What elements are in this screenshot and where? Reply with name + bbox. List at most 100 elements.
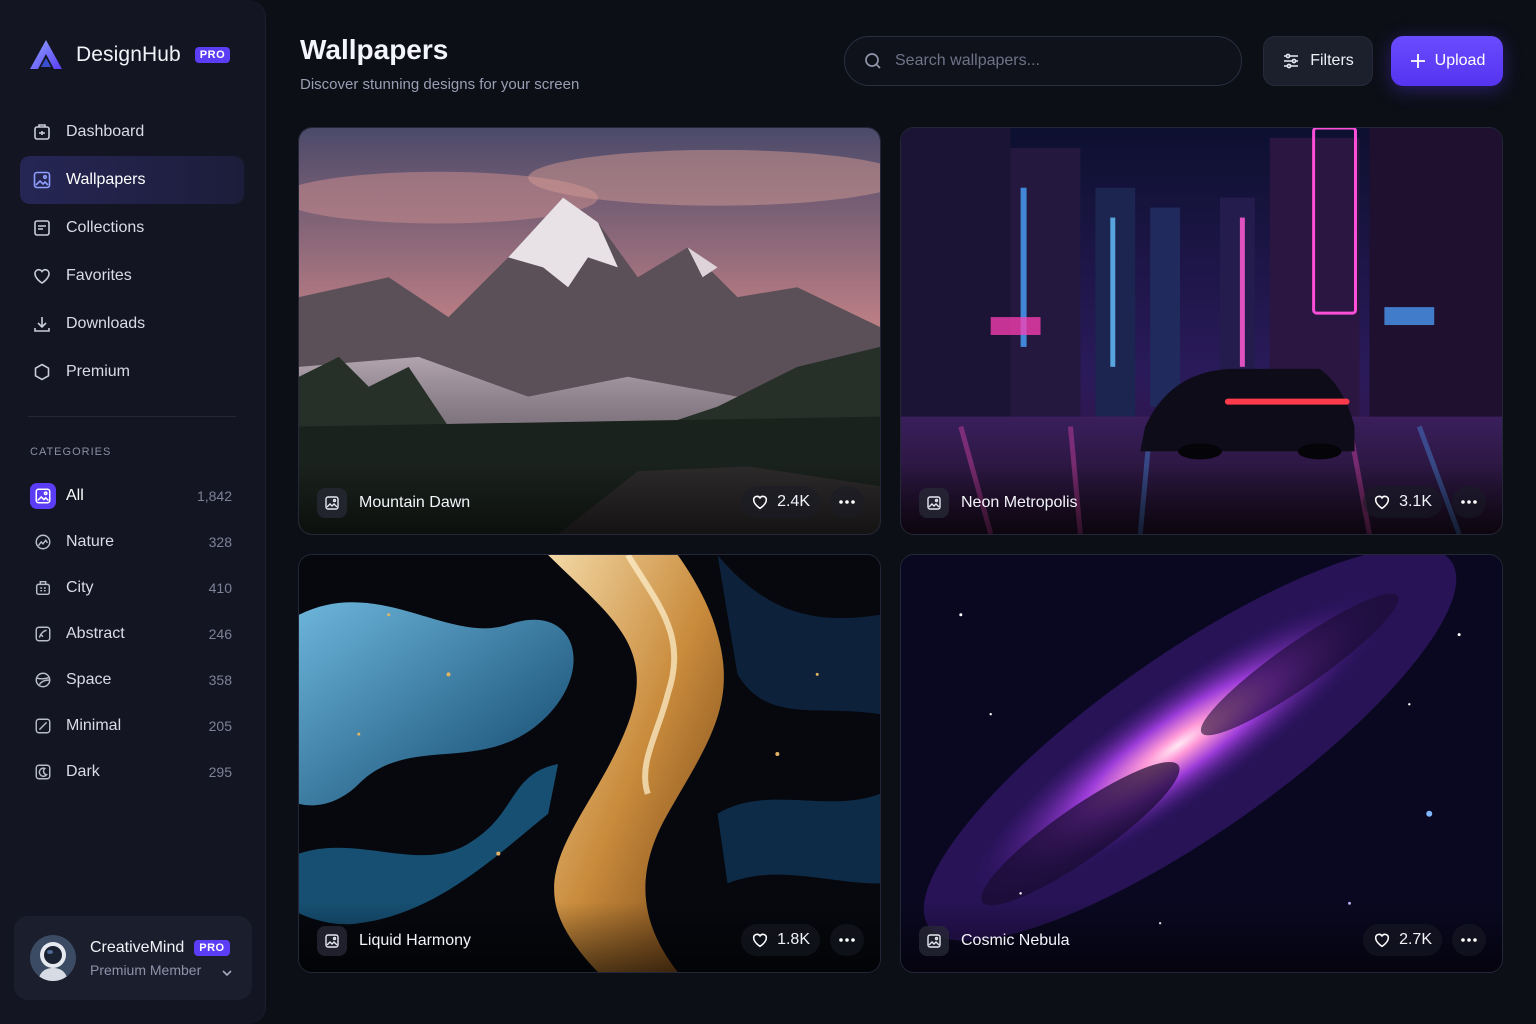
user-role: Premium Member <box>90 961 202 978</box>
category-item-abstract[interactable]: Abstract 246 <box>20 611 244 657</box>
nav-label: Wallpapers <box>66 171 146 188</box>
categories-heading: CATEGORIES <box>30 446 112 458</box>
space-icon <box>35 672 51 688</box>
filters-button[interactable]: Filters <box>1263 36 1373 86</box>
image-icon <box>325 496 339 510</box>
heart-icon <box>753 933 768 948</box>
upload-label: Upload <box>1434 52 1486 69</box>
more-options-button[interactable] <box>830 924 864 956</box>
more-dots-icon <box>1461 938 1477 942</box>
city-icon <box>35 580 51 596</box>
nav-item-wallpapers[interactable]: Wallpapers <box>20 156 244 204</box>
nav-label: Dashboard <box>66 123 145 140</box>
category-item-minimal[interactable]: Minimal 205 <box>20 703 244 749</box>
image-icon <box>35 488 51 504</box>
nav-item-dashboard[interactable]: Dashboard <box>20 108 244 156</box>
more-options-button[interactable] <box>1452 924 1486 956</box>
like-button[interactable]: 2.4K <box>741 486 820 518</box>
wallpaper-title: Liquid Harmony <box>359 932 472 949</box>
like-count: 1.8K <box>777 931 810 948</box>
download-icon <box>34 317 50 332</box>
category-count: 328 <box>208 534 232 550</box>
category-item-nature[interactable]: Nature 328 <box>20 519 244 565</box>
wallpaper-title: Neon Metropolis <box>961 494 1078 511</box>
user-pro-badge: PRO <box>194 939 230 956</box>
upload-button[interactable]: Upload <box>1391 36 1503 86</box>
nav-label: Favorites <box>66 267 132 284</box>
category-count: 205 <box>208 718 232 734</box>
page-title: Wallpapers <box>300 34 449 65</box>
like-count: 3.1K <box>1399 493 1432 510</box>
more-options-button[interactable] <box>830 486 864 518</box>
wallpaper-card-neon-metropolis[interactable]: Neon Metropolis 3.1K <box>900 127 1503 535</box>
category-item-dark[interactable]: Dark 295 <box>20 749 244 795</box>
nav-item-downloads[interactable]: Downloads <box>20 300 244 348</box>
wallpaper-card-cosmic-nebula[interactable]: Cosmic Nebula 2.7K <box>900 554 1503 973</box>
wallpaper-title: Cosmic Nebula <box>961 932 1070 949</box>
collection-icon <box>34 220 50 236</box>
nav-item-premium[interactable]: Premium <box>20 348 244 396</box>
wallpaper-card-mountain-dawn[interactable]: Mountain Dawn 2.4K <box>298 127 881 535</box>
dashboard-icon <box>34 124 50 140</box>
like-button[interactable]: 3.1K <box>1363 486 1442 518</box>
main-nav: Dashboard Wallpapers Collections Favorit… <box>20 108 244 396</box>
image-icon <box>927 496 941 510</box>
category-item-space[interactable]: Space 358 <box>20 657 244 703</box>
more-dots-icon <box>839 500 855 504</box>
heart-icon <box>34 268 50 284</box>
nav-label: Premium <box>66 363 131 380</box>
category-count: 410 <box>208 580 232 596</box>
like-button[interactable]: 2.7K <box>1363 924 1442 956</box>
logo-icon <box>30 40 62 69</box>
more-dots-icon <box>1461 500 1477 504</box>
category-label: All <box>66 487 84 504</box>
user-profile-card[interactable]: CreativeMind PRO Premium Member <box>14 916 252 1000</box>
image-icon <box>325 934 339 948</box>
nav-item-collections[interactable]: Collections <box>20 204 244 252</box>
heart-icon <box>1375 495 1390 510</box>
search-input[interactable] <box>895 52 1215 70</box>
page-subtitle: Discover stunning designs for your scree… <box>300 76 580 93</box>
avatar <box>30 935 76 981</box>
like-count: 2.4K <box>777 493 810 510</box>
more-options-button[interactable] <box>1452 486 1486 518</box>
brand[interactable]: DesignHub PRO <box>28 38 231 72</box>
like-button[interactable]: 1.8K <box>741 924 820 956</box>
filters-label: Filters <box>1310 52 1354 69</box>
more-dots-icon <box>839 938 855 942</box>
search-icon <box>865 53 881 69</box>
category-count: 358 <box>208 672 232 688</box>
category-count: 295 <box>208 764 232 780</box>
sidebar-divider <box>28 416 236 417</box>
brand-name: DesignHub <box>76 43 181 66</box>
wallpaper-title: Mountain Dawn <box>359 494 471 511</box>
like-count: 2.7K <box>1399 931 1432 948</box>
category-label: Dark <box>66 763 100 780</box>
category-item-all[interactable]: All 1,842 <box>20 473 244 519</box>
dark-icon <box>35 764 51 780</box>
category-count: 246 <box>208 626 232 642</box>
category-count: 1,842 <box>196 488 232 504</box>
category-label: Space <box>66 671 112 688</box>
search-bar[interactable] <box>844 36 1242 86</box>
category-item-city[interactable]: City 410 <box>20 565 244 611</box>
category-label: Abstract <box>66 625 125 642</box>
heart-icon <box>753 495 768 510</box>
chevron-down-icon[interactable] <box>220 966 234 980</box>
nav-label: Downloads <box>66 315 146 332</box>
wallpaper-card-liquid-harmony[interactable]: Liquid Harmony 1.8K <box>298 554 881 973</box>
category-label: City <box>66 579 94 596</box>
plus-icon <box>1410 54 1425 68</box>
user-name: CreativeMind <box>90 938 185 956</box>
nav-label: Collections <box>66 219 145 236</box>
nav-item-favorites[interactable]: Favorites <box>20 252 244 300</box>
nature-icon <box>35 534 51 550</box>
abstract-icon <box>35 626 51 642</box>
pro-badge: PRO <box>194 47 231 63</box>
image-icon <box>927 934 941 948</box>
category-label: Minimal <box>66 717 122 734</box>
sliders-icon <box>1284 53 1299 69</box>
hexagon-icon <box>34 363 50 381</box>
image-icon <box>33 171 51 189</box>
minimal-icon <box>35 718 51 734</box>
